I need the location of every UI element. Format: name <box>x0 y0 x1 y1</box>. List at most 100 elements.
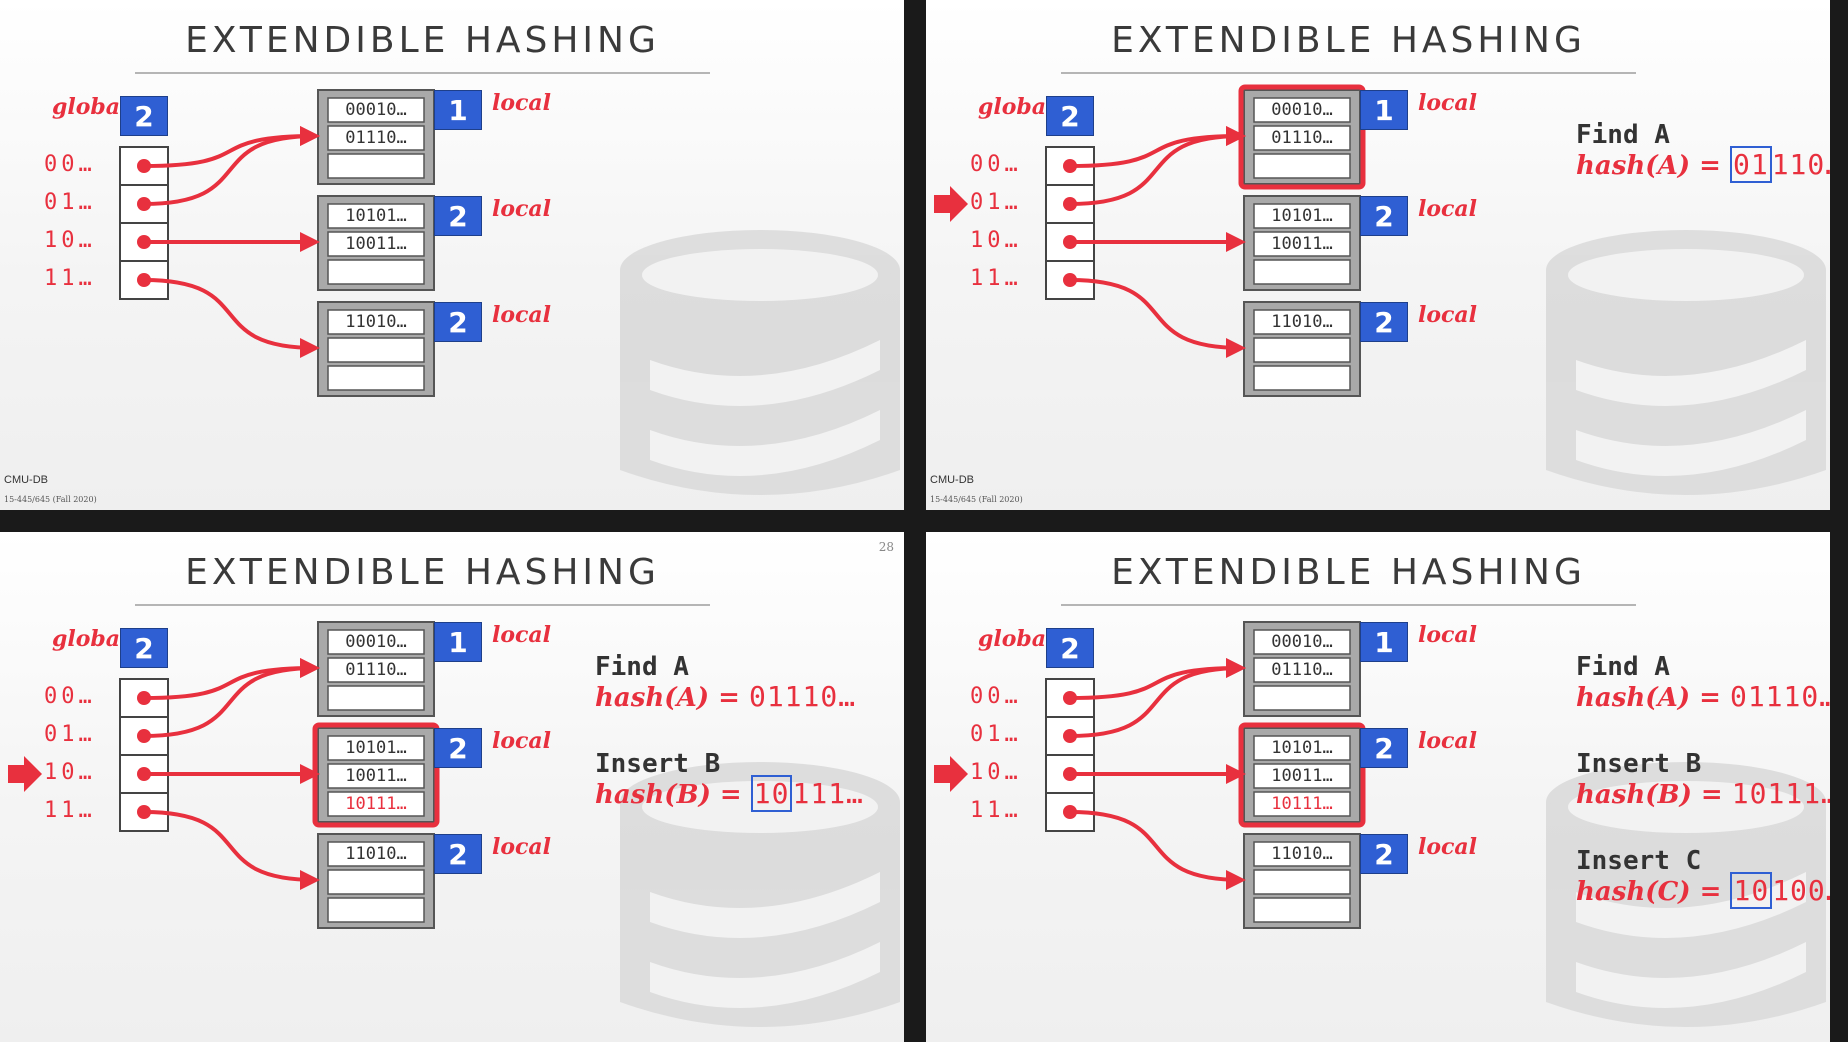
title-divider <box>1061 604 1636 606</box>
directory-pointer-dot <box>1063 273 1077 287</box>
bucket-slot-value: 01110… <box>345 128 407 148</box>
local-depth-label: local <box>492 302 552 328</box>
local-depth-label: local <box>1418 834 1478 860</box>
op-heading: Insert B <box>1576 749 1702 779</box>
local-depth-badge: 2 <box>434 302 482 342</box>
local-depth-label: local <box>1418 622 1478 648</box>
global-depth-label: global <box>978 626 1055 652</box>
directory-pointer-dot <box>137 729 151 743</box>
op-hash-value: 01110… <box>748 680 857 713</box>
bucket-slot-value: 10011… <box>1271 234 1333 254</box>
op-hash-value-rest: 100… <box>1772 874 1830 907</box>
op-hash-func: hash(A) = <box>595 683 749 713</box>
directory-prefix: 10… <box>44 228 96 253</box>
op-hash-func: hash(B) = <box>1576 780 1732 810</box>
global-depth-label: global <box>52 94 129 120</box>
local-depth-label: local <box>1418 90 1478 116</box>
global-depth-badge: 2 <box>1046 96 1094 136</box>
local-depth-badge: 1 <box>434 622 482 662</box>
decorative-db-watermark <box>119 89 900 495</box>
directory-pointer-dot <box>137 767 151 781</box>
global-depth-badge: 2 <box>120 96 168 136</box>
local-depth-badge: 1 <box>1360 622 1408 662</box>
lookup-arrow-icon <box>934 186 968 222</box>
directory-prefix: 01… <box>44 722 96 747</box>
directory-pointer-dot <box>1063 691 1077 705</box>
op-hash-func: hash(A) = <box>1576 683 1730 713</box>
course-label: 15-445/645 (Fall 2020) <box>930 495 1023 504</box>
local-depth-badge: 2 <box>1360 834 1408 874</box>
op-heading: Insert B <box>595 749 721 779</box>
directory-pointer-dot <box>1063 235 1077 249</box>
directory-pointer-arrow <box>1069 126 1246 206</box>
directory-pointer-dot <box>137 691 151 705</box>
directory-prefix: 11… <box>44 266 96 291</box>
slide-title: EXTENDIBLE HASHING <box>185 20 660 61</box>
bucket-slot-value: 00010… <box>345 632 407 652</box>
bucket-slot-value: 01110… <box>1271 128 1333 148</box>
global-depth-label: global <box>52 626 129 652</box>
directory-pointer-arrow <box>1069 126 1246 168</box>
bucket-slot-value: 10011… <box>345 234 407 254</box>
op-hash-func: hash(B) = <box>595 780 751 810</box>
global-depth-label: global <box>978 94 1055 120</box>
op-hash-value: 01110… <box>1729 680 1830 713</box>
directory-prefix: 01… <box>970 190 1022 215</box>
bucket-slot-value: 01110… <box>345 660 407 680</box>
bucket-slot-value <box>329 153 423 179</box>
lookup-arrow-icon <box>934 756 968 792</box>
bucket-slot-value: 10111… <box>345 794 407 814</box>
directory-prefix: 00… <box>44 684 96 709</box>
bucket-slot-value <box>329 337 423 363</box>
bucket-slot-value: 10101… <box>1271 206 1333 226</box>
directory-pointer-arrow <box>1069 278 1246 358</box>
directory-pointer-arrow <box>1069 658 1246 738</box>
directory-prefix: 11… <box>970 798 1022 823</box>
directory-pointer-arrow <box>143 658 320 700</box>
bucket-slot-value: 00010… <box>345 100 407 120</box>
op-hash-line: hash(C) = 10100… <box>1576 872 1830 909</box>
bucket-slot-value <box>329 259 423 285</box>
slide-title: EXTENDIBLE HASHING <box>1111 20 1586 61</box>
directory-pointer-arrow <box>143 126 320 168</box>
title-divider <box>1061 72 1636 74</box>
bucket-slot-value: 11010… <box>345 844 407 864</box>
bucket-slot-value <box>329 869 423 895</box>
bucket-slot-value: 11010… <box>1271 844 1333 864</box>
local-depth-badge: 2 <box>434 834 482 874</box>
directory-pointer-dot <box>1063 729 1077 743</box>
directory-pointer-dot <box>137 197 151 211</box>
local-depth-label: local <box>1418 196 1478 222</box>
slide-panel-insert-b: EXTENDIBLE HASHING global 2 00… 01… 10… 11… 000… <box>0 532 904 1042</box>
bucket-slot-value: 00010… <box>1271 632 1333 652</box>
bucket-slot-value <box>1255 897 1349 923</box>
directory-pointer-dot <box>137 273 151 287</box>
global-depth-badge: 2 <box>1046 628 1094 668</box>
directory-pointer-arrow <box>143 810 320 890</box>
page-number: 28 <box>878 540 894 554</box>
bucket-slot-value: 11010… <box>1271 312 1333 332</box>
cmu-db-logo: CMU-DB <box>930 474 974 486</box>
slide-panel-initial: EXTENDIBLE HASHING global 2 00… 01… 10… 11… 000… <box>0 0 904 510</box>
bucket-slot-value <box>1255 365 1349 391</box>
bucket-slot-value: 10011… <box>345 766 407 786</box>
local-depth-label: local <box>492 196 552 222</box>
decorative-db-watermark <box>934 84 1826 495</box>
bucket-slot-value <box>1255 259 1349 285</box>
directory-pointer-dot <box>1063 197 1077 211</box>
local-depth-badge: 2 <box>1360 196 1408 236</box>
directory-prefix: 00… <box>970 152 1022 177</box>
op-heading: Insert C <box>1576 846 1702 876</box>
bucket-slot-value: 01110… <box>1271 660 1333 680</box>
lookup-arrow-icon <box>8 756 42 792</box>
directory-pointer-arrow <box>143 278 320 358</box>
cmu-db-logo: CMU-DB <box>4 474 48 486</box>
local-depth-label: local <box>492 728 552 754</box>
bucket-slot-value: 10101… <box>345 738 407 758</box>
directory-pointer-dot <box>1063 159 1077 173</box>
title-divider <box>135 604 710 606</box>
directory-pointer-dot <box>137 805 151 819</box>
directory-prefix: 11… <box>970 266 1022 291</box>
directory-prefix: 01… <box>44 190 96 215</box>
local-depth-label: local <box>492 622 552 648</box>
